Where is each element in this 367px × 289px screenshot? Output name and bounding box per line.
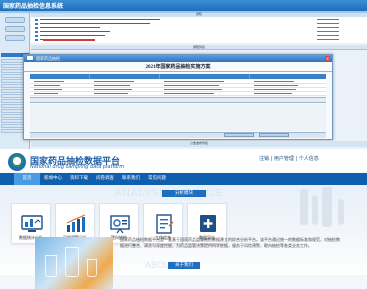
notice-header-label: 通知	[196, 12, 203, 16]
brand-bar: 国家药品抽检数据平台 National drug sampling data p…	[0, 150, 367, 172]
platform-logo	[8, 153, 26, 171]
notebook-icon	[156, 214, 174, 234]
dialog-titlebar[interactable]: 国家药品抽检 ×	[24, 55, 332, 62]
legacy-title: 国家药品抽检信息系统	[3, 4, 64, 10]
notice-date	[317, 31, 339, 32]
table-cell	[34, 89, 62, 90]
notice-date	[317, 35, 339, 36]
nav-item-survey[interactable]: 问卷调查	[92, 173, 118, 185]
sidebar-badge[interactable]	[5, 26, 25, 32]
nav-item-downloads[interactable]: 资料下载	[66, 173, 92, 185]
table-header-cell[interactable]	[160, 74, 250, 79]
table-cell	[94, 89, 132, 90]
list-header-label: 通知列表	[193, 45, 206, 49]
bar-trend-icon	[66, 214, 86, 232]
nav-item-faq[interactable]: 常见问题	[144, 173, 170, 185]
table-header-cell[interactable]	[90, 74, 160, 79]
notice-bullet-icon	[35, 31, 38, 33]
decor-flask	[322, 187, 332, 227]
main-nav: 首页 新闻中心 资料下载 问卷调查 联系我们 常见问题	[0, 173, 367, 185]
dialog-body	[30, 104, 326, 131]
list-panel-header: 通知列表	[31, 45, 367, 50]
table-cell	[164, 85, 219, 86]
close-icon[interactable]: ×	[325, 56, 330, 61]
notice-link[interactable]	[40, 27, 100, 28]
table-cell	[34, 81, 64, 82]
nav-item-contact[interactable]: 联系我们	[118, 173, 144, 185]
notice-link[interactable]	[40, 31, 110, 32]
dialog-cancel-button[interactable]	[259, 133, 289, 137]
notice-link[interactable]	[40, 35, 105, 36]
notice-date	[317, 39, 339, 40]
table-header-cell[interactable]	[30, 74, 90, 79]
notice-panel-header: 通知	[31, 12, 367, 17]
notice-date	[317, 27, 339, 28]
table-cell	[164, 81, 224, 82]
section-title: 分析模块	[162, 190, 206, 197]
about-paragraph: 国家药品抽检数据平台是一套基于国家药品监督抽检数据建立的综合分析平台。该平台通过…	[120, 237, 340, 248]
table-cell	[254, 85, 298, 86]
table-row[interactable]	[30, 92, 326, 96]
table-cell	[34, 85, 60, 86]
chart-board-icon	[110, 215, 130, 234]
legacy-header: 国家药品抽检信息系统	[0, 0, 367, 11]
table-cell	[254, 89, 296, 90]
legacy-system-window: 国家药品抽检信息系统 通知 通知列表 国家药品抽检 × 2021年国家药品抽检实…	[0, 0, 367, 149]
decor-flask	[312, 195, 318, 225]
table-cell	[164, 89, 222, 90]
table-cell	[94, 93, 128, 94]
notice-bullet-icon	[35, 19, 38, 21]
table-pager	[30, 97, 326, 103]
table-cell	[94, 81, 134, 82]
dialog-confirm-button[interactable]	[224, 133, 254, 137]
composite-screenshot: 国家药品抽检信息系统 通知 通知列表 国家药品抽检 × 2021年国家药品抽检实…	[0, 0, 367, 289]
decor-flask	[300, 189, 308, 225]
brand-subtitle: National drug sampling data platform	[30, 164, 125, 170]
notice-more-link[interactable]	[43, 39, 95, 41]
user-links[interactable]: 注销 | 用户管理 | 个人信息	[259, 155, 319, 162]
notice-bullet-icon	[35, 23, 38, 25]
nav-item-home[interactable]: 首页	[14, 173, 40, 185]
announcement-list-label: 公告发布列表	[31, 141, 367, 147]
notice-bullet-icon	[35, 39, 38, 41]
notice-date	[317, 19, 339, 20]
window-icon	[27, 56, 33, 60]
table-cell	[254, 81, 294, 82]
platform-window: 国家药品抽检数据平台 National drug sampling data p…	[0, 150, 367, 289]
table-header	[30, 74, 326, 79]
notice-bullet-icon	[35, 35, 38, 37]
dialog-heading: 2021年国家药品抽检实施方案	[24, 64, 332, 72]
plus-square-icon	[200, 215, 216, 232]
sidebar-badge[interactable]	[5, 17, 25, 23]
decor-flask	[338, 199, 344, 225]
dialog-window-title: 国家药品抽检	[36, 56, 60, 61]
beaker-shape	[45, 255, 57, 277]
table-cell	[164, 93, 214, 94]
notice-link[interactable]	[40, 19, 160, 20]
beaker-shape	[87, 259, 97, 277]
beaker-shape	[65, 247, 79, 277]
table-cell	[94, 85, 130, 86]
notice-date	[317, 23, 339, 24]
table-cell	[254, 93, 292, 94]
table-cell	[34, 93, 58, 94]
about-title: 关于我们	[168, 262, 200, 269]
notice-link[interactable]	[40, 23, 150, 24]
plan-dialog: 国家药品抽检 × 2021年国家药品抽检实施方案	[23, 54, 333, 140]
sidebar-badge[interactable]	[5, 35, 25, 41]
lab-photo	[35, 237, 113, 289]
chart-monitor-icon	[21, 215, 43, 232]
notice-bullet-icon	[35, 27, 38, 29]
nav-item-news[interactable]: 新闻中心	[40, 173, 66, 185]
table-header-cell[interactable]	[250, 74, 326, 79]
